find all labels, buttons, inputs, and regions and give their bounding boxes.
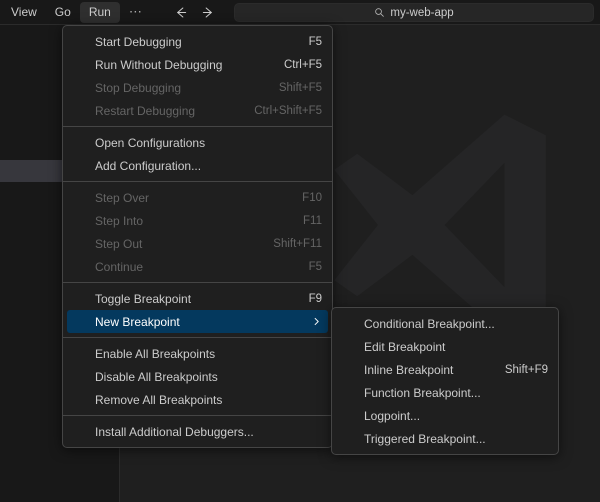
menu-item-function-breakpoint[interactable]: Function Breakpoint... xyxy=(332,381,558,404)
menu-item-keybinding: Shift+F9 xyxy=(504,363,548,376)
title-bar: View Go Run ⋯ my-web-app xyxy=(0,0,600,25)
menu-item-label: Edit Breakpoint xyxy=(364,339,446,354)
menu-item-edit-breakpoint[interactable]: Edit Breakpoint xyxy=(332,335,558,358)
menu-item-open-configurations[interactable]: Open Configurations xyxy=(63,131,332,154)
menu-item-label: Start Debugging xyxy=(95,34,182,49)
menu-item-label: Install Additional Debuggers... xyxy=(95,424,254,439)
menubar-item-view[interactable]: View xyxy=(2,2,46,23)
menu-separator xyxy=(63,181,332,182)
menu-item-label: Function Breakpoint... xyxy=(364,385,481,400)
menu-item-keybinding: F10 xyxy=(302,191,322,204)
menu-item-label: Continue xyxy=(95,259,144,274)
menu-separator xyxy=(63,337,332,338)
menu-item-label: Remove All Breakpoints xyxy=(95,392,223,407)
menubar-overflow-icon[interactable]: ⋯ xyxy=(120,2,153,23)
menu-item-step-into: Step Into F11 xyxy=(63,209,332,232)
menu-separator xyxy=(63,282,332,283)
menu-item-step-over: Step Over F10 xyxy=(63,186,332,209)
menu-item-keybinding: Shift+F5 xyxy=(278,81,322,94)
run-menu-panel: Start Debugging F5 Run Without Debugging Ct… xyxy=(62,25,333,448)
menu-item-label: Disable All Breakpoints xyxy=(95,369,218,384)
menu-item-keybinding: F11 xyxy=(303,214,322,227)
menu-item-label: New Breakpoint xyxy=(95,314,180,329)
menu-item-label: Triggered Breakpoint... xyxy=(364,431,486,446)
menu-item-toggle-breakpoint[interactable]: Toggle Breakpoint F9 xyxy=(63,287,332,310)
menu-item-add-configuration[interactable]: Add Configuration... xyxy=(63,154,332,177)
menu-item-keybinding: Ctrl+F5 xyxy=(283,58,322,71)
search-icon xyxy=(374,7,385,18)
new-breakpoint-submenu-panel: Conditional Breakpoint... Edit Breakpoint… xyxy=(331,307,559,455)
menu-item-continue: Continue F5 xyxy=(63,255,332,278)
menu-bar: View Go Run ⋯ xyxy=(0,0,152,25)
menu-item-label: Open Configurations xyxy=(95,135,206,150)
menu-item-label: Step Out xyxy=(95,236,143,251)
menu-item-label: Add Configuration... xyxy=(95,158,202,173)
menu-item-label: Stop Debugging xyxy=(95,80,182,95)
menu-item-new-breakpoint[interactable]: New Breakpoint xyxy=(67,310,328,333)
menu-item-install-additional-debuggers[interactable]: Install Additional Debuggers... xyxy=(63,420,332,443)
menu-item-label: Step Into xyxy=(95,213,144,228)
vscode-logo-watermark-icon xyxy=(295,110,585,340)
menu-item-stop-debugging: Stop Debugging Shift+F5 xyxy=(63,76,332,99)
forward-arrow-icon[interactable] xyxy=(198,2,218,22)
back-arrow-icon[interactable] xyxy=(170,2,190,22)
menu-item-remove-all-breakpoints[interactable]: Remove All Breakpoints xyxy=(63,388,332,411)
menu-item-run-without-debugging[interactable]: Run Without Debugging Ctrl+F5 xyxy=(63,53,332,76)
chevron-right-icon xyxy=(311,316,322,327)
search-input[interactable]: my-web-app xyxy=(234,3,594,22)
menu-item-keybinding: F9 xyxy=(308,292,322,305)
menu-item-label: Restart Debugging xyxy=(95,103,196,118)
menu-item-keybinding: Shift+F11 xyxy=(273,237,322,250)
menu-item-label: Run Without Debugging xyxy=(95,57,223,72)
search-value: my-web-app xyxy=(390,6,454,19)
menu-item-label: Inline Breakpoint xyxy=(364,362,454,377)
vscode-window: View Go Run ⋯ my-web-app Start Debugging… xyxy=(0,0,600,502)
menu-item-label: Enable All Breakpoints xyxy=(95,346,216,361)
menu-item-logpoint[interactable]: Logpoint... xyxy=(332,404,558,427)
menu-separator xyxy=(63,415,332,416)
menu-item-conditional-breakpoint[interactable]: Conditional Breakpoint... xyxy=(332,312,558,335)
menu-item-enable-all-breakpoints[interactable]: Enable All Breakpoints xyxy=(63,342,332,365)
menu-item-label: Step Over xyxy=(95,190,150,205)
menu-item-start-debugging[interactable]: Start Debugging F5 xyxy=(63,30,332,53)
menubar-item-go[interactable]: Go xyxy=(46,2,80,23)
menu-item-disable-all-breakpoints[interactable]: Disable All Breakpoints xyxy=(63,365,332,388)
menu-item-keybinding: Ctrl+Shift+F5 xyxy=(254,104,322,117)
menu-item-label: Toggle Breakpoint xyxy=(95,291,192,306)
menu-item-label: Conditional Breakpoint... xyxy=(364,316,495,331)
menubar-item-run[interactable]: Run xyxy=(79,1,120,23)
menu-item-inline-breakpoint[interactable]: Inline Breakpoint Shift+F9 xyxy=(332,358,558,381)
menu-separator xyxy=(63,126,332,127)
menu-item-triggered-breakpoint[interactable]: Triggered Breakpoint... xyxy=(332,427,558,450)
menu-item-keybinding: F5 xyxy=(308,260,322,273)
navigation-arrows xyxy=(170,2,218,22)
menu-item-restart-debugging: Restart Debugging Ctrl+Shift+F5 xyxy=(63,99,332,122)
menu-item-step-out: Step Out Shift+F11 xyxy=(63,232,332,255)
menu-item-keybinding: F5 xyxy=(308,35,322,48)
menu-item-label: Logpoint... xyxy=(364,408,421,423)
